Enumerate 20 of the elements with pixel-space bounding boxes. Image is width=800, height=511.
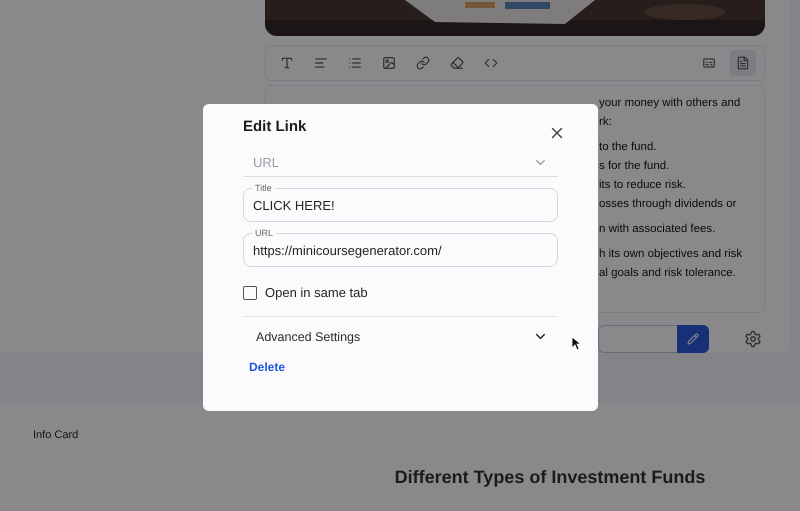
editor-text: n with associated fees. — [599, 222, 716, 236]
advanced-settings-toggle[interactable]: Advanced Settings — [243, 316, 558, 356]
document-icon[interactable] — [730, 50, 756, 76]
editor-text: al goals and risk tolerance. — [599, 266, 737, 280]
editor-text: its to reduce risk. — [599, 178, 687, 192]
card-label: Info Card — [33, 429, 80, 441]
editor-text: s for the fund. — [599, 159, 670, 173]
settings-icon[interactable] — [744, 330, 762, 348]
editor-text: to the fund. — [599, 140, 658, 154]
editor-text: rk: — [599, 115, 613, 129]
pencil-button[interactable] — [677, 325, 709, 353]
editor-text: your money with others and — [599, 96, 742, 110]
delete-link[interactable]: Delete — [249, 360, 286, 374]
card-heading: Different Types of Investment Funds — [394, 467, 706, 488]
same-tab-checkbox[interactable]: Open in same tab — [243, 285, 558, 300]
editor-text: osses through dividends or — [599, 197, 738, 211]
editor-text: h its own objectives and risk — [599, 247, 744, 261]
cursor-icon — [571, 336, 581, 351]
dialog-title: Edit Link — [243, 118, 306, 135]
pencil-icon — [687, 333, 699, 345]
